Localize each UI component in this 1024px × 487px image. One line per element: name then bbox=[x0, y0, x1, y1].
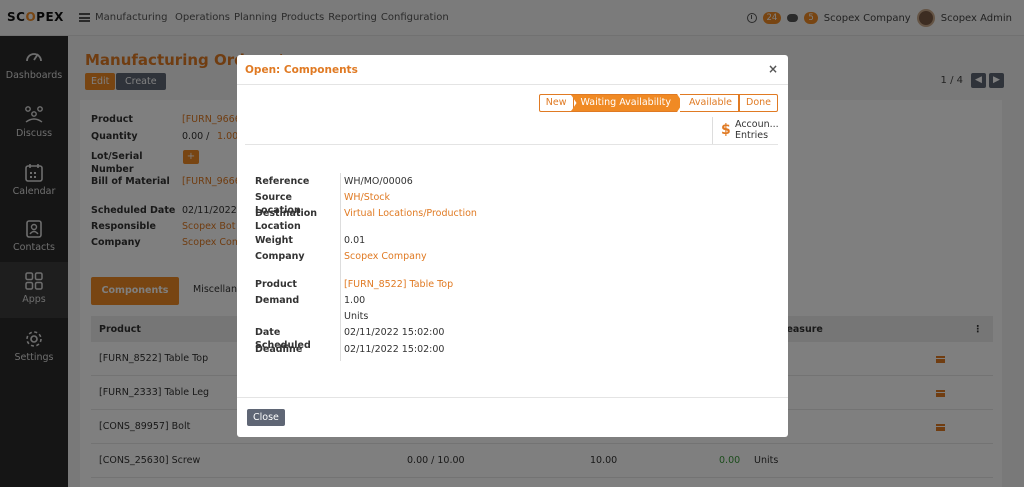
deadline-value: 02/11/2022 15:02:00 bbox=[344, 344, 445, 355]
status-new[interactable]: New bbox=[538, 94, 574, 112]
source-location-value[interactable]: WH/Stock bbox=[344, 192, 390, 203]
product-label: Product bbox=[255, 279, 297, 290]
weight-label: Weight bbox=[255, 235, 293, 246]
destination-location-label: Destination Location bbox=[255, 208, 318, 232]
components-dialog: Open: Components × New Waiting Availabil… bbox=[237, 55, 788, 437]
product-value[interactable]: [FURN_8522] Table Top bbox=[344, 279, 453, 290]
demand-label: Demand bbox=[255, 295, 300, 306]
label-divider bbox=[340, 173, 341, 361]
date-scheduled-value: 02/11/2022 15:02:00 bbox=[344, 327, 445, 338]
weight-value: 0.01 bbox=[344, 235, 366, 246]
smart-button-label: Accoun... Entries bbox=[735, 119, 779, 141]
divider bbox=[245, 144, 778, 145]
status-done[interactable]: Done bbox=[739, 94, 778, 112]
close-button[interactable]: Close bbox=[247, 409, 285, 426]
accounting-entries-button[interactable]: $ Accoun... Entries bbox=[712, 117, 779, 145]
reference-label: Reference bbox=[255, 176, 310, 187]
company-value[interactable]: Scopex Company bbox=[344, 251, 427, 262]
close-icon[interactable]: × bbox=[768, 62, 778, 76]
demand-unit: Units bbox=[344, 311, 369, 322]
dialog-footer: Close bbox=[237, 397, 788, 437]
deadline-label: Deadline bbox=[255, 344, 303, 355]
dollar-icon: $ bbox=[721, 122, 731, 138]
status-available[interactable]: Available bbox=[679, 94, 739, 112]
status-bar: New Waiting Availability Available Done bbox=[538, 94, 778, 112]
dialog-title: Open: Components bbox=[245, 64, 358, 76]
reference-value: WH/MO/00006 bbox=[344, 176, 413, 187]
company-label: Company bbox=[255, 251, 305, 262]
destination-location-value[interactable]: Virtual Locations/Production bbox=[344, 208, 477, 219]
status-waiting-availability: Waiting Availability bbox=[571, 94, 683, 112]
dialog-header: Open: Components × bbox=[237, 55, 788, 85]
demand-value: 1.00 bbox=[344, 295, 366, 306]
